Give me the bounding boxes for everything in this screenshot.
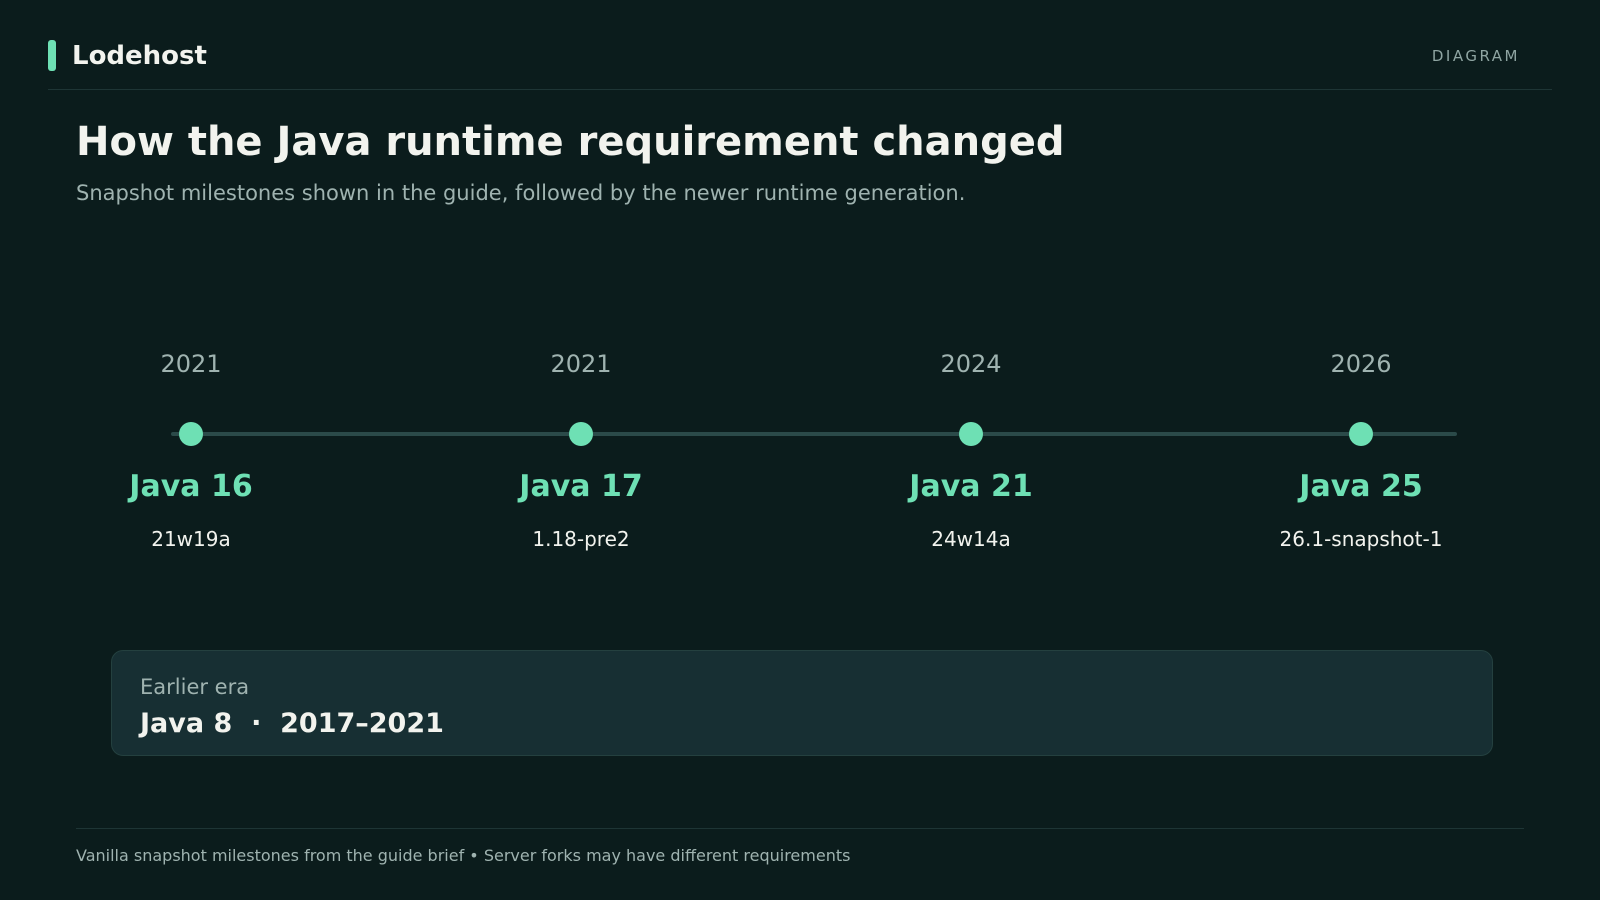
milestone-java-version: Java 25 [1299, 469, 1423, 504]
page: Lodehost DIAGRAM How the Java runtime re… [0, 0, 1600, 900]
earlier-era-value: Java 8 · 2017–2021 [140, 708, 444, 739]
page-subtitle: Snapshot milestones shown in the guide, … [76, 181, 966, 205]
milestone-java-25: 2026 Java 25 26.1-snapshot-1 [1211, 350, 1511, 551]
brand-name: Lodehost [72, 40, 207, 71]
header-divider [48, 89, 1552, 90]
milestone-dot [179, 422, 203, 446]
page-title: How the Java runtime requirement changed [76, 119, 1065, 165]
milestone-game-version: 21w19a [151, 527, 231, 551]
milestone-year: 2026 [1330, 350, 1392, 378]
milestone-java-17: 2021 Java 17 1.18-pre2 [431, 350, 731, 551]
milestone-year: 2024 [940, 350, 1002, 378]
milestone-java-21: 2024 Java 21 24w14a [821, 350, 1121, 551]
milestone-year: 2021 [550, 350, 612, 378]
milestone-java-16: 2021 Java 16 21w19a [41, 350, 341, 551]
milestone-dot [959, 422, 983, 446]
milestone-java-version: Java 17 [519, 469, 643, 504]
milestone-year: 2021 [160, 350, 222, 378]
milestone-java-version: Java 21 [909, 469, 1033, 504]
milestone-game-version: 1.18-pre2 [532, 527, 630, 551]
footer-divider [76, 828, 1524, 829]
timeline-line [171, 432, 1457, 436]
diagram-tag: DIAGRAM [1431, 47, 1520, 65]
earlier-era-card: Earlier era Java 8 · 2017–2021 [111, 650, 1493, 756]
milestone-game-version: 24w14a [931, 527, 1011, 551]
brand-accent-bar [48, 40, 56, 71]
milestone-dot [569, 422, 593, 446]
brand: Lodehost [48, 40, 207, 71]
footer-note: Vanilla snapshot milestones from the gui… [76, 846, 851, 865]
earlier-era-label: Earlier era [140, 675, 250, 699]
milestone-dot [1349, 422, 1373, 446]
milestone-java-version: Java 16 [129, 469, 253, 504]
milestone-game-version: 26.1-snapshot-1 [1279, 527, 1443, 551]
